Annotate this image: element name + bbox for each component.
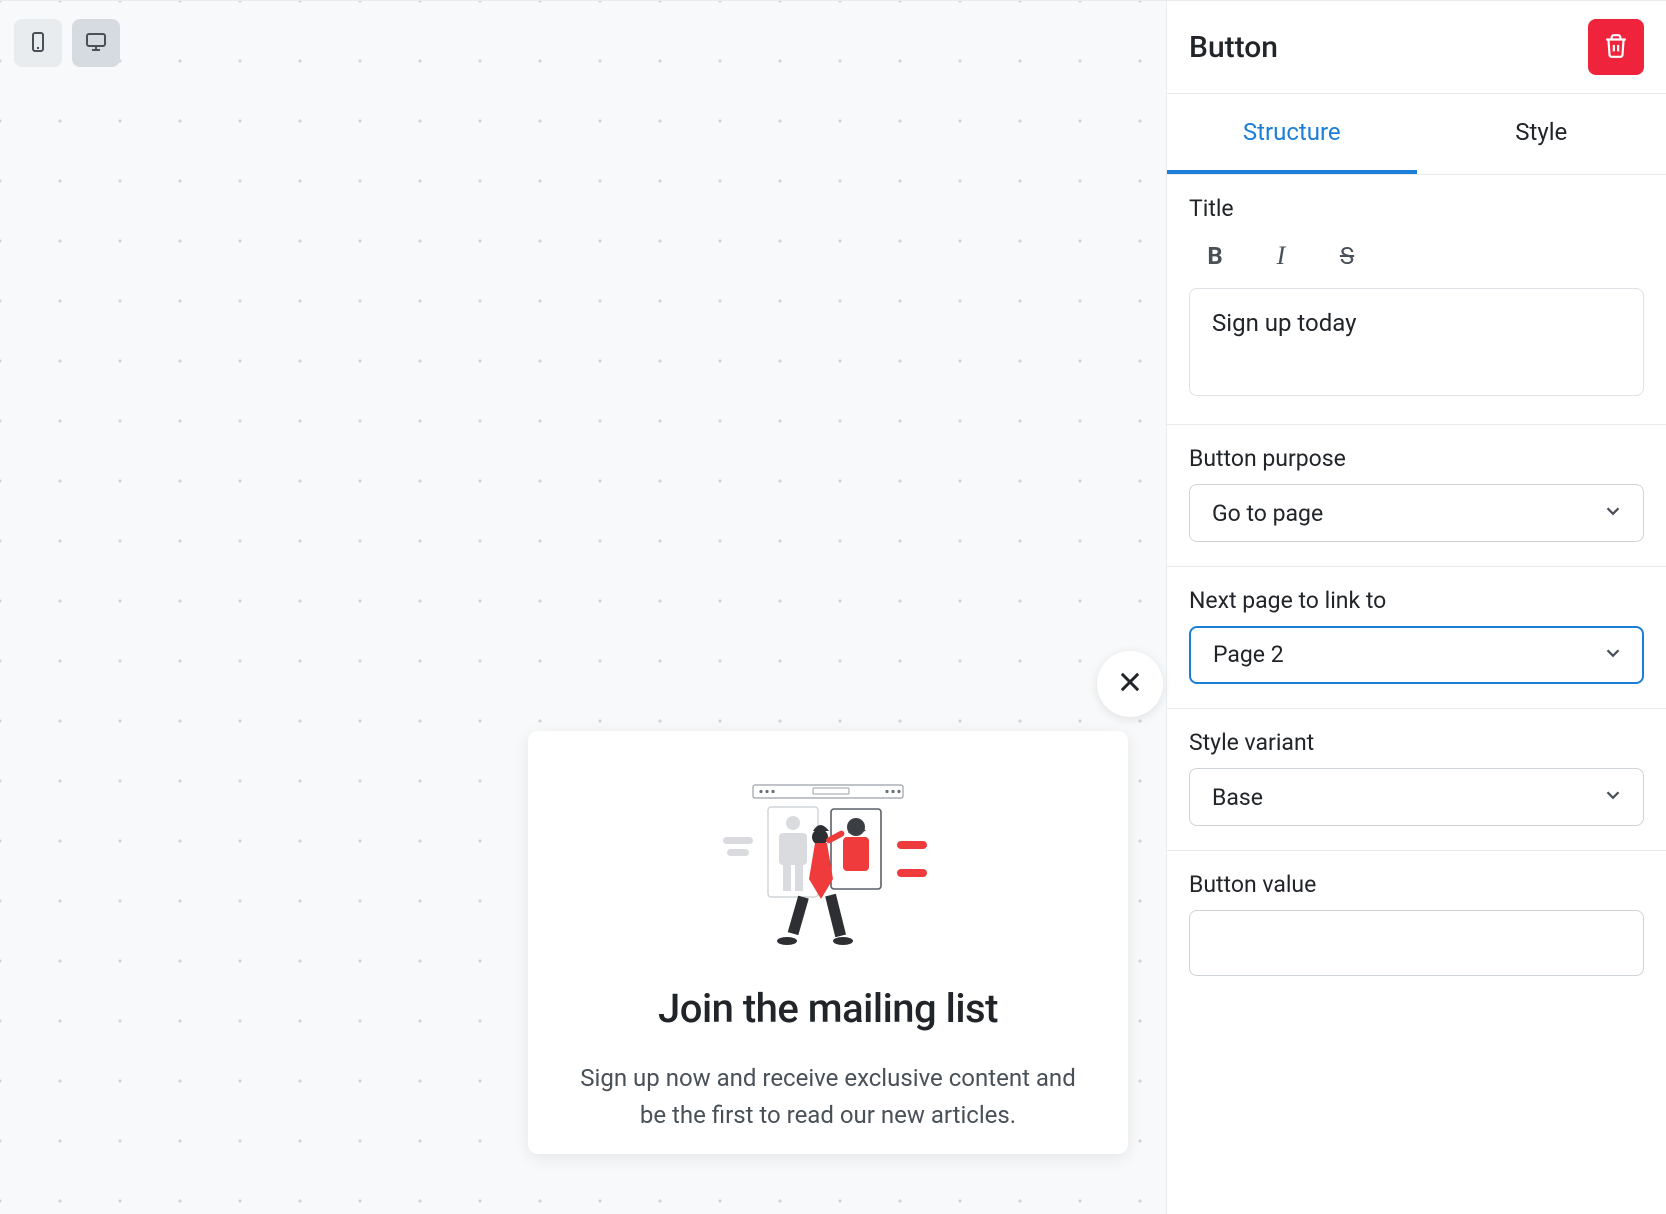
delete-button[interactable] [1588,19,1644,75]
editor-canvas[interactable]: Join the mailing list Sign up now and re… [0,1,1166,1214]
button-value-label: Button value [1189,871,1644,898]
italic-button[interactable]: I [1265,240,1297,272]
mobile-icon [26,30,50,57]
preview-popup: Join the mailing list Sign up now and re… [528,731,1128,1154]
tab-structure[interactable]: Structure [1167,94,1417,174]
title-input[interactable] [1189,288,1644,396]
tab-style[interactable]: Style [1417,94,1666,174]
style-variant-label: Style variant [1189,729,1644,756]
close-button[interactable] [1097,651,1163,717]
purpose-label: Button purpose [1189,445,1644,472]
popup-body: Sign up now and receive exclusive conten… [568,1060,1088,1134]
close-icon [1116,668,1144,700]
device-toggle [14,19,120,67]
strikethrough-button[interactable]: S [1331,240,1363,272]
desktop-icon [84,30,108,57]
popup-heading: Join the mailing list [568,985,1088,1032]
next-page-select[interactable]: Page 2 [1189,626,1644,684]
purpose-select[interactable]: Go to page [1189,484,1644,542]
panel-tabs: Structure Style [1167,94,1666,175]
mobile-view-button[interactable] [14,19,62,67]
panel-title: Button [1189,30,1278,65]
properties-panel: Button Structure Style Title B I S Butto… [1166,1,1666,1214]
title-label: Title [1189,195,1644,222]
next-page-label: Next page to link to [1189,587,1644,614]
popup-illustration [713,779,943,949]
format-toolbar: B I S [1189,234,1644,288]
bold-button[interactable]: B [1199,240,1231,272]
trash-icon [1603,33,1629,62]
button-value-input[interactable] [1189,910,1644,976]
desktop-view-button[interactable] [72,19,120,67]
style-variant-select[interactable]: Base [1189,768,1644,826]
